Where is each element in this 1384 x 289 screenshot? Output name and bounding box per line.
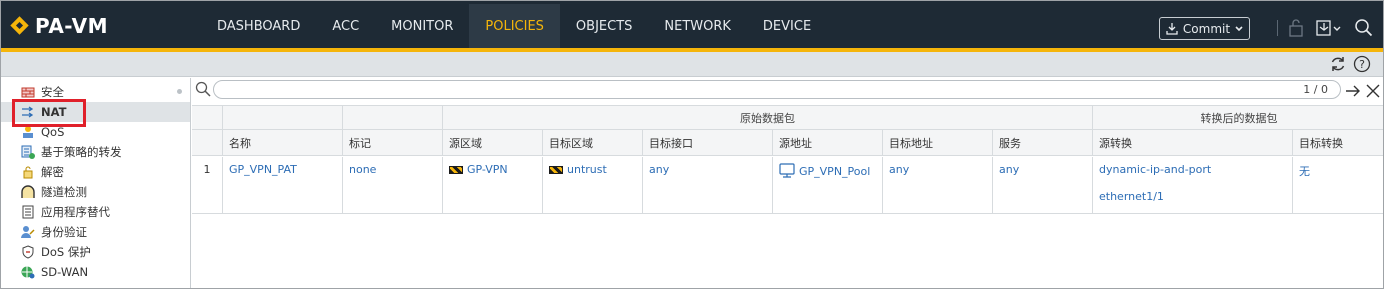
- tab-network[interactable]: NETWORK: [648, 4, 747, 48]
- pbf-icon: [21, 145, 35, 159]
- app-title: PA-VM: [35, 14, 109, 38]
- sidebar-item-label: 应用程序替代: [41, 205, 110, 219]
- sidebar-item-app-override[interactable]: 应用程序替代: [1, 202, 190, 222]
- commit-button[interactable]: Commit: [1159, 17, 1250, 40]
- dest-zone-cell[interactable]: untrust: [542, 157, 642, 214]
- lock-config-icon[interactable]: [1286, 18, 1306, 38]
- app-window: PA-VM DASHBOARD ACC MONITOR POLICIES OBJ…: [0, 0, 1384, 289]
- dos-protection-icon: [21, 245, 35, 259]
- tab-policies[interactable]: POLICIES: [469, 4, 560, 48]
- tunnel-inspection-icon: [21, 185, 35, 199]
- group-header-original: 原始数据包: [442, 106, 1092, 129]
- logo: PA-VM: [11, 14, 109, 38]
- sidebar-item-label: DoS 保护: [41, 245, 91, 259]
- help-icon[interactable]: ?: [1353, 55, 1371, 73]
- tab-dashboard[interactable]: DASHBOARD: [201, 4, 316, 48]
- row-index: 1: [203, 163, 211, 176]
- column-header[interactable]: 服务: [992, 130, 1092, 155]
- filter-input[interactable]: 1 / 0: [213, 80, 1341, 99]
- dest-translation[interactable]: 无: [1292, 157, 1383, 214]
- sidebar-item-label: 隧道检测: [41, 185, 87, 199]
- main-nav: DASHBOARD ACC MONITOR POLICIES OBJECTS N…: [201, 4, 827, 48]
- column-header[interactable]: 标记: [342, 130, 442, 155]
- zone-icon: [449, 166, 463, 174]
- zone-icon: [549, 166, 563, 174]
- sidebar-item-label: 基于策略的转发: [41, 145, 122, 159]
- sd-wan-icon: [21, 265, 35, 279]
- clear-filter-icon[interactable]: [1366, 83, 1380, 98]
- sidebar-item-decryption[interactable]: 解密: [1, 162, 190, 182]
- svg-text:?: ?: [1359, 58, 1365, 71]
- sidebar-item-label: 解密: [41, 165, 64, 179]
- source-zone-cell[interactable]: GP-VPN: [442, 157, 542, 214]
- sidebar-item-pbf[interactable]: 基于策略的转发: [1, 142, 190, 162]
- service[interactable]: any: [992, 157, 1092, 214]
- column-header[interactable]: 目标接口: [642, 130, 772, 155]
- column-header[interactable]: 源区域: [442, 130, 542, 155]
- address-pool-icon: [779, 163, 795, 182]
- sidebar-collapse-dot[interactable]: [177, 89, 182, 94]
- commit-icon: [1165, 22, 1179, 36]
- rule-name[interactable]: GP_VPN_PAT: [222, 157, 342, 214]
- save-config-icon[interactable]: [1315, 18, 1343, 38]
- column-header[interactable]: 目标区域: [542, 130, 642, 155]
- dest-interface[interactable]: any: [642, 157, 772, 214]
- qos-icon: [21, 125, 35, 139]
- chevron-down-icon: [1234, 24, 1244, 34]
- authentication-icon: [21, 225, 35, 239]
- app-override-icon: [21, 205, 35, 219]
- table-group-header: 原始数据包 转换后的数据包: [192, 105, 1383, 130]
- source-translation-interface: ethernet1/1: [1099, 190, 1164, 203]
- rule-tag[interactable]: none: [342, 157, 442, 214]
- table-column-header: 名称 标记 源区域 目标区域 目标接口 源地址 目标地址 服务 源转换 目标转换: [192, 130, 1383, 156]
- group-header-translated: 转换后的数据包: [1092, 106, 1383, 129]
- column-header[interactable]: 名称: [222, 130, 342, 155]
- source-address-cell[interactable]: GP_VPN_Pool: [772, 157, 882, 214]
- tab-objects[interactable]: OBJECTS: [560, 4, 648, 48]
- search-icon[interactable]: [1354, 18, 1374, 38]
- dest-zone: untrust: [567, 163, 607, 176]
- sub-toolbar: ?: [1, 52, 1383, 77]
- sidebar-item-label: SD-WAN: [41, 265, 89, 279]
- sidebar-item-authentication[interactable]: 身份验证: [1, 222, 190, 242]
- filter-search-icon: [195, 81, 211, 97]
- table-row[interactable]: 1 GP_VPN_PAT none GP-VPN untrust any GP_…: [192, 157, 1383, 214]
- top-navigation-bar: PA-VM DASHBOARD ACC MONITOR POLICIES OBJ…: [1, 1, 1383, 48]
- apply-filter-icon[interactable]: [1345, 83, 1361, 99]
- tab-monitor[interactable]: MONITOR: [375, 4, 469, 48]
- source-translation-type: dynamic-ip-and-port: [1099, 163, 1212, 176]
- dest-address[interactable]: any: [882, 157, 992, 214]
- decryption-icon: [21, 165, 35, 179]
- paloalto-logo-icon: [11, 17, 29, 35]
- source-zone: GP-VPN: [467, 163, 508, 176]
- toolbar-divider: [1277, 20, 1278, 36]
- nat-highlight-box: [12, 99, 86, 127]
- sidebar-item-sd-wan[interactable]: SD-WAN: [1, 262, 190, 282]
- column-header[interactable]: 目标地址: [882, 130, 992, 155]
- sidebar-item-label: QoS: [41, 125, 65, 139]
- commit-label: Commit: [1182, 21, 1231, 36]
- sidebar-item-label: 安全: [41, 85, 64, 99]
- sidebar-item-tunnel-inspection[interactable]: 隧道检测: [1, 182, 190, 202]
- source-translation-cell[interactable]: dynamic-ip-and-port ethernet1/1: [1092, 157, 1292, 214]
- tab-device[interactable]: DEVICE: [747, 4, 827, 48]
- column-header[interactable]: 源地址: [772, 130, 882, 155]
- sidebar-item-dos-protection[interactable]: DoS 保护: [1, 242, 190, 262]
- result-count: 1 / 0: [1303, 83, 1328, 96]
- source-address: GP_VPN_Pool: [799, 165, 871, 178]
- sidebar-item-label: 身份验证: [41, 225, 87, 239]
- security-policy-icon: [21, 85, 35, 99]
- column-header[interactable]: 目标转换: [1292, 130, 1383, 155]
- refresh-icon[interactable]: [1329, 55, 1347, 73]
- tab-acc[interactable]: ACC: [316, 4, 375, 48]
- column-header[interactable]: 源转换: [1092, 130, 1292, 155]
